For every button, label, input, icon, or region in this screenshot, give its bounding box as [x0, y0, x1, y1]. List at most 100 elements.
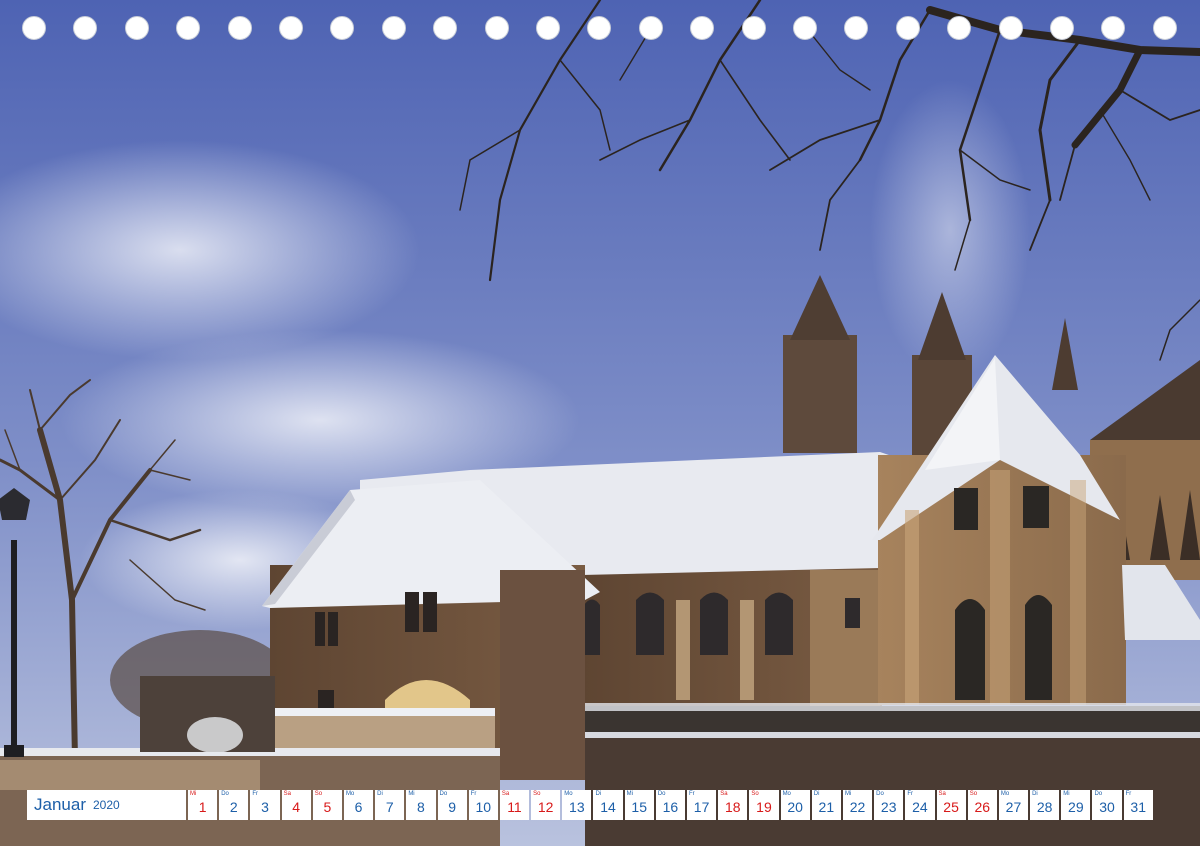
binding-hole [741, 16, 766, 40]
calendar-day: Di 14 [593, 790, 623, 820]
day-abbr: Mi [844, 791, 852, 797]
day-number: 4 [292, 799, 301, 815]
day-abbr: Do [657, 791, 666, 797]
day-number: 1 [198, 799, 207, 815]
calendar-day: Do 9 [437, 790, 467, 820]
day-number: 5 [323, 799, 332, 815]
day-number: 27 [1005, 799, 1022, 815]
day-number: 10 [475, 799, 492, 815]
day-number: 3 [261, 799, 269, 815]
day-number: 18 [724, 799, 741, 815]
day-abbr: Sa [720, 791, 728, 797]
calendar-day: Sa 18 [718, 790, 748, 820]
day-abbr: Mo [564, 791, 573, 797]
calendar-day: Do 16 [655, 790, 685, 820]
day-abbr: Fr [689, 791, 695, 797]
calendar-day: Sa 25 [936, 790, 966, 820]
day-abbr: Mi [408, 791, 415, 797]
day-abbr: So [533, 791, 541, 797]
day-number: 29 [1068, 799, 1084, 815]
day-abbr: So [751, 791, 759, 797]
day-number: 20 [787, 799, 803, 815]
day-number: 21 [818, 799, 835, 815]
calendar-day: Sa 4 [281, 790, 311, 820]
day-number: 30 [1099, 799, 1115, 815]
day-abbr: Sa [938, 791, 946, 797]
calendar-day: So 19 [749, 790, 779, 820]
calendar-day: Fr 10 [468, 790, 498, 820]
binding-hole [998, 16, 1023, 40]
binding-hole [330, 16, 355, 40]
day-abbr: Sa [283, 791, 291, 797]
day-abbr: Di [377, 791, 383, 797]
binding-hole [690, 16, 715, 40]
calendar-day: Sa 11 [499, 790, 530, 820]
day-abbr: Fr [252, 791, 259, 797]
calendar-day: Fr 24 [905, 790, 935, 820]
day-abbr: Mi [1063, 791, 1070, 797]
month-label-box: Januar 2020 [27, 790, 186, 820]
day-number: 13 [569, 799, 585, 815]
day-number: 17 [693, 799, 710, 815]
calendar-day: Fr 31 [1123, 790, 1153, 820]
day-abbr: Do [1094, 791, 1103, 797]
binding-hole [176, 16, 201, 40]
day-abbr: Fr [1125, 791, 1132, 797]
binding-hole [895, 16, 920, 40]
calendar-day: Mi 29 [1061, 790, 1091, 820]
binding-hole [484, 16, 509, 40]
calendar-day: Di 21 [811, 790, 841, 820]
calendar-day: Mo 20 [780, 790, 810, 820]
day-abbr: Mo [345, 791, 355, 797]
day-abbr: Mi [626, 791, 633, 797]
calendar-day: So 5 [312, 790, 342, 820]
day-number: 28 [1036, 799, 1053, 815]
calendar-day: So 26 [967, 790, 997, 820]
day-number: 9 [448, 799, 456, 815]
day-number: 7 [385, 799, 394, 815]
day-abbr: Fr [907, 791, 913, 797]
calendar-day: Mo 6 [343, 790, 374, 820]
month-name: Januar [34, 795, 86, 814]
day-abbr: So [314, 791, 323, 797]
calendar-day: Fr 17 [687, 790, 717, 820]
day-abbr: Do [221, 791, 229, 797]
day-number: 14 [600, 799, 616, 815]
calendar-day: Mo 13 [562, 790, 592, 820]
calendar-day: Mi 15 [624, 790, 654, 820]
calendar-day: Mi 8 [406, 790, 436, 820]
binding-hole [587, 16, 612, 40]
day-number: 24 [912, 799, 928, 815]
binding-hole [433, 16, 458, 40]
calendar-day: Do 2 [219, 790, 249, 820]
day-abbr: Mo [1000, 791, 1010, 797]
calendar-day: So 12 [531, 790, 561, 820]
day-number: 16 [662, 799, 679, 815]
calendar-day: Mo 27 [998, 790, 1029, 820]
day-number: 31 [1130, 799, 1146, 815]
binding-hole [793, 16, 817, 40]
day-number: 26 [974, 799, 991, 815]
calendar-day: Mi 1 [188, 790, 218, 820]
calendar-day: Di 28 [1030, 790, 1060, 820]
calendar-day: Mi 22 [842, 790, 873, 820]
day-abbr: Sa [501, 791, 510, 797]
day-number: 11 [507, 799, 522, 815]
binding-hole [227, 16, 252, 40]
day-abbr: Do [439, 791, 448, 797]
binding-hole [1152, 16, 1177, 40]
day-abbr: Do [876, 791, 884, 797]
binding-hole [1050, 16, 1074, 40]
day-abbr: Mi [190, 791, 197, 797]
day-number: 12 [537, 799, 554, 815]
day-number: 23 [880, 799, 897, 815]
binding-hole [1101, 16, 1126, 40]
day-abbr: Fr [470, 791, 477, 797]
binding-hole [947, 16, 972, 40]
cathedral-winter-photo [0, 0, 1200, 846]
day-abbr: Di [813, 791, 820, 797]
binding-hole [22, 16, 46, 40]
calendar-day: Fr 3 [250, 790, 280, 820]
day-number: 25 [943, 799, 959, 815]
binding-hole [279, 16, 303, 40]
